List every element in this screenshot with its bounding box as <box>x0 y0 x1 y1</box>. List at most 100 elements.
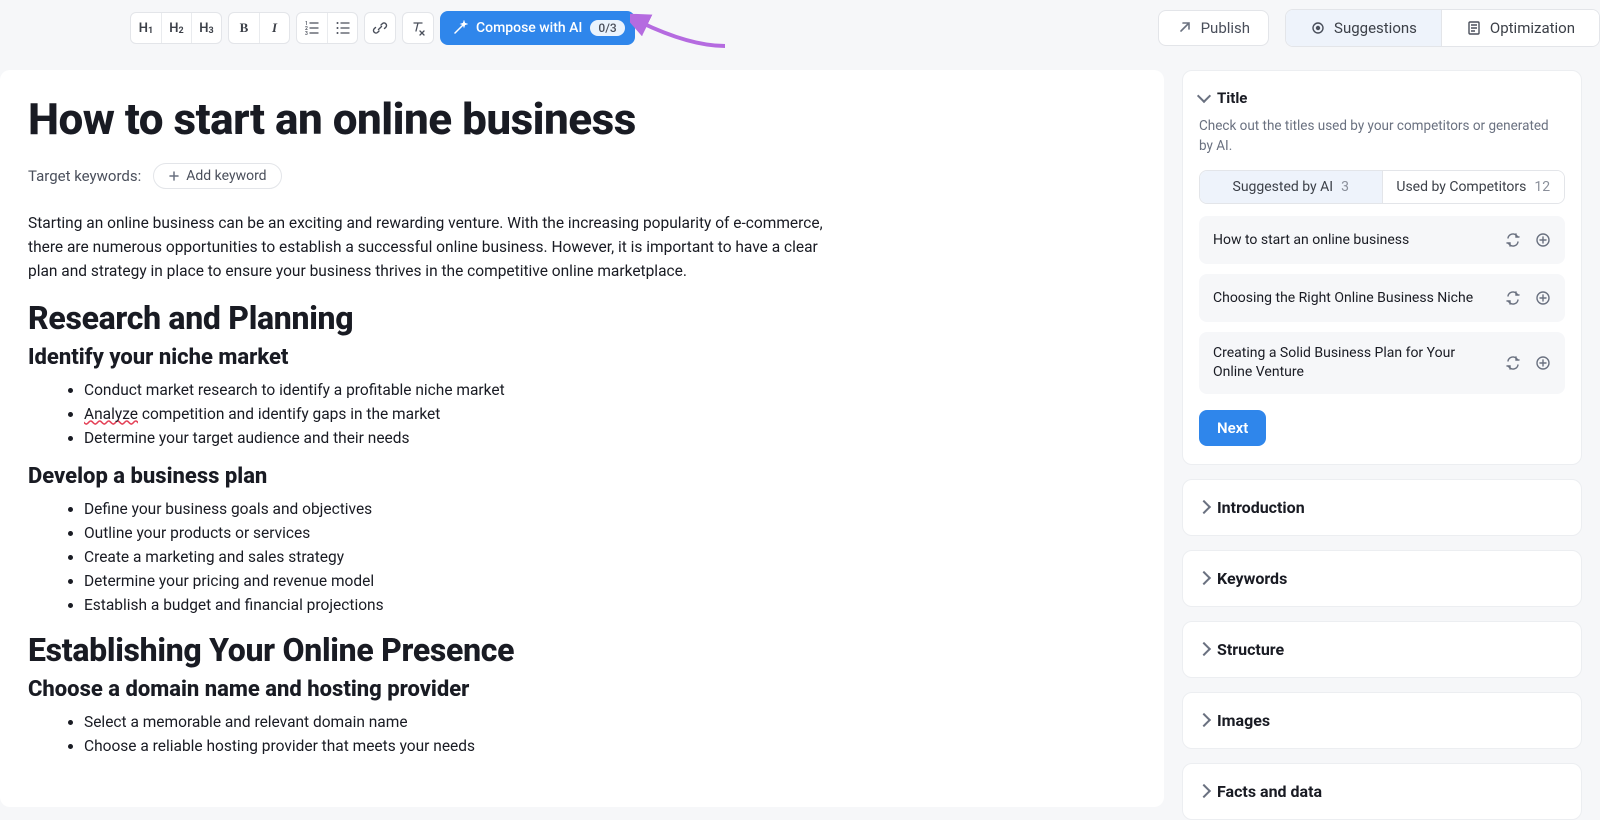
introduction-card[interactable]: Introduction <box>1182 479 1582 536</box>
unordered-list-button[interactable] <box>327 13 357 43</box>
h-sub: 3 <box>209 26 214 36</box>
title-card-sub: Check out the titles used by your compet… <box>1199 117 1565 156</box>
bold-button[interactable]: B <box>229 13 259 43</box>
heading-domain-hosting[interactable]: Choose a domain name and hosting provide… <box>28 677 1136 702</box>
target-icon <box>1310 20 1326 36</box>
list-item[interactable]: Select a memorable and relevant domain n… <box>84 710 1136 734</box>
toolbar-right: Publish Suggestions Optimization <box>1158 9 1600 47</box>
h1-button[interactable]: H1 <box>131 13 161 43</box>
title-suggestion[interactable]: Creating a Solid Business Plan for Your … <box>1199 332 1565 394</box>
annotation-arrow-icon <box>630 12 740 52</box>
editor-panel: How to start an online business Target k… <box>0 70 1164 807</box>
add-keyword-label: Add keyword <box>186 168 266 184</box>
list-domain[interactable]: Select a memorable and relevant domain n… <box>28 710 1136 758</box>
style-group: B I <box>228 12 290 44</box>
chevron-down-icon <box>1197 89 1211 103</box>
regenerate-button[interactable] <box>1501 286 1525 310</box>
tab-count: 3 <box>1341 179 1349 195</box>
structure-card[interactable]: Structure <box>1182 621 1582 678</box>
keywords-card[interactable]: Keywords <box>1182 550 1582 607</box>
h-label: H <box>199 21 208 36</box>
suggestion-text: Creating a Solid Business Plan for Your … <box>1213 344 1493 382</box>
list-item[interactable]: Analyze competition and identify gaps in… <box>84 402 1136 426</box>
unordered-list-icon <box>335 20 351 36</box>
suggestion-actions <box>1501 351 1555 375</box>
card-header: Structure <box>1199 640 1565 659</box>
optimization-label: Optimization <box>1490 19 1575 37</box>
chevron-right-icon <box>1197 784 1211 798</box>
card-header: Facts and data <box>1199 782 1565 801</box>
svg-text:3: 3 <box>305 31 308 36</box>
h3-button[interactable]: H3 <box>191 13 221 43</box>
wand-icon <box>452 20 468 36</box>
tab-suggested-by-ai[interactable]: Suggested by AI 3 <box>1200 171 1382 203</box>
clear-format-button[interactable] <box>403 13 433 43</box>
article-title[interactable]: How to start an online business <box>28 94 1136 145</box>
clear-format-icon <box>410 20 426 36</box>
regenerate-button[interactable] <box>1501 351 1525 375</box>
chevron-right-icon <box>1197 500 1211 514</box>
card-label: Facts and data <box>1217 782 1322 801</box>
target-keywords-label: Target keywords: <box>28 167 141 185</box>
h2-button[interactable]: H2 <box>161 13 191 43</box>
tab-suggestions[interactable]: Suggestions <box>1286 10 1441 46</box>
card-header: Keywords <box>1199 569 1565 588</box>
ordered-list-button[interactable]: 123 <box>297 13 327 43</box>
heading-research-planning[interactable]: Research and Planning <box>28 299 1136 337</box>
tab-optimization[interactable]: Optimization <box>1441 10 1599 46</box>
h-sub: 1 <box>148 26 153 36</box>
list-item[interactable]: Outline your products or services <box>84 521 1136 545</box>
chevron-right-icon <box>1197 571 1211 585</box>
list-item[interactable]: Create a marketing and sales strategy <box>84 545 1136 569</box>
list-group: 123 <box>296 12 358 44</box>
heading-identify-niche[interactable]: Identify your niche market <box>28 345 1136 370</box>
suggestion-actions <box>1501 286 1555 310</box>
plus-icon <box>168 170 180 182</box>
link-button[interactable] <box>365 13 395 43</box>
list-niche[interactable]: Conduct market research to identify a pr… <box>28 378 1136 450</box>
title-suggestion[interactable]: Choosing the Right Online Business Niche <box>1199 274 1565 322</box>
add-button[interactable] <box>1531 286 1555 310</box>
title-suggestion[interactable]: How to start an online business <box>1199 216 1565 264</box>
publish-icon <box>1177 20 1193 36</box>
keywords-row: Target keywords: Add keyword <box>28 163 1136 189</box>
add-keyword-button[interactable]: Add keyword <box>153 163 281 189</box>
chevron-right-icon <box>1197 642 1211 656</box>
card-header: Images <box>1199 711 1565 730</box>
add-button[interactable] <box>1531 351 1555 375</box>
list-item[interactable]: Determine your pricing and revenue model <box>84 569 1136 593</box>
list-item[interactable]: Establish a budget and financial project… <box>84 593 1136 617</box>
next-button[interactable]: Next <box>1199 410 1266 446</box>
compose-with-ai-button[interactable]: Compose with AI 0/3 <box>440 11 635 45</box>
link-group <box>364 12 396 44</box>
tab-count: 12 <box>1534 179 1550 195</box>
heading-online-presence[interactable]: Establishing Your Online Presence <box>28 631 1136 669</box>
list-item[interactable]: Choose a reliable hosting provider that … <box>84 734 1136 758</box>
regenerate-button[interactable] <box>1501 228 1525 252</box>
intro-paragraph[interactable]: Starting an online business can be an ex… <box>28 211 828 283</box>
mode-tabs: Suggestions Optimization <box>1285 9 1600 47</box>
title-card-header[interactable]: Title <box>1199 89 1565 107</box>
italic-button[interactable]: I <box>259 13 289 43</box>
h-sub: 2 <box>179 26 184 36</box>
toolbar-left: H1 H2 H3 B I 123 Compo <box>130 11 635 45</box>
suggestions-label: Suggestions <box>1334 19 1417 37</box>
card-label: Structure <box>1217 640 1284 659</box>
publish-button[interactable]: Publish <box>1158 10 1269 46</box>
heading-business-plan[interactable]: Develop a business plan <box>28 464 1136 489</box>
list-item[interactable]: Define your business goals and objective… <box>84 497 1136 521</box>
list-business-plan[interactable]: Define your business goals and objective… <box>28 497 1136 617</box>
images-card[interactable]: Images <box>1182 692 1582 749</box>
heading-group: H1 H2 H3 <box>130 12 222 44</box>
suggestion-text: How to start an online business <box>1213 231 1409 250</box>
plus-circle-icon <box>1535 232 1551 248</box>
add-button[interactable] <box>1531 228 1555 252</box>
facts-data-card[interactable]: Facts and data <box>1182 763 1582 820</box>
tab-used-by-competitors[interactable]: Used by Competitors 12 <box>1382 171 1565 203</box>
ordered-list-icon: 123 <box>304 20 320 36</box>
list-item[interactable]: Conduct market research to identify a pr… <box>84 378 1136 402</box>
list-item[interactable]: Determine your target audience and their… <box>84 426 1136 450</box>
card-header: Introduction <box>1199 498 1565 517</box>
list-item-rest: competition and identify gaps in the mar… <box>138 405 440 423</box>
title-source-tabs: Suggested by AI 3 Used by Competitors 12 <box>1199 170 1565 204</box>
